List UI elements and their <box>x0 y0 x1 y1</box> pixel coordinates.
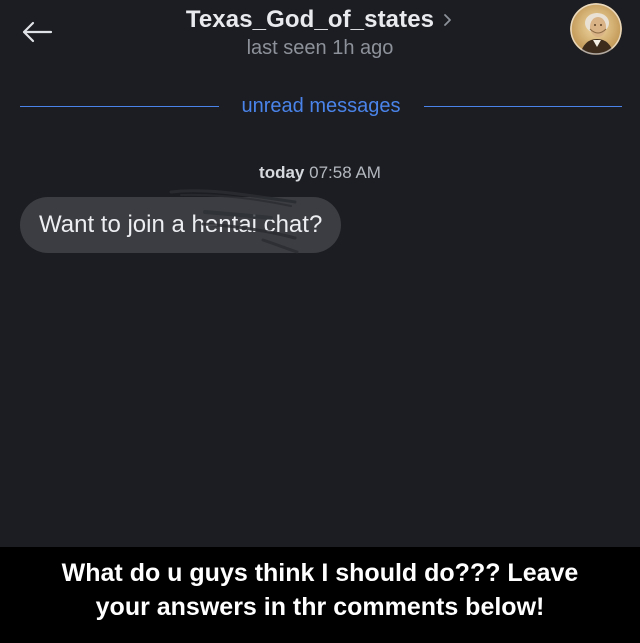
divider-line-right <box>423 105 623 107</box>
contact-title[interactable]: Texas_God_of_states <box>186 6 454 34</box>
caption-line-1: What do u guys think I should do??? Leav… <box>61 559 579 587</box>
unread-divider: unread messages <box>20 92 623 120</box>
timestamp-day: today <box>259 163 305 182</box>
contact-name: Texas_God_of_states <box>185 6 435 33</box>
chat-header: Texas_God_of_states last seen 1h ago <box>0 6 640 60</box>
incoming-message-bubble[interactable]: Want to join a hentai chat? <box>20 197 342 253</box>
timestamp-time: 07:58 AM <box>309 163 381 182</box>
chat-screen: Texas_God_of_states last seen 1h ago unr… <box>0 0 640 547</box>
contact-avatar[interactable] <box>570 3 622 55</box>
last-seen-status: last seen 1h ago <box>246 37 394 59</box>
meme-caption: What do u guys think I should do??? Leav… <box>0 556 640 624</box>
unread-messages-label: unread messages <box>241 94 401 117</box>
message-text: Want to join a hentai chat? <box>39 211 323 238</box>
chevron-right-icon <box>442 13 454 27</box>
message-timestamp: today 07:58 AM <box>0 163 640 183</box>
caption-line-2: your answers in thr comments below! <box>95 593 545 621</box>
divider-line-left <box>20 105 219 107</box>
